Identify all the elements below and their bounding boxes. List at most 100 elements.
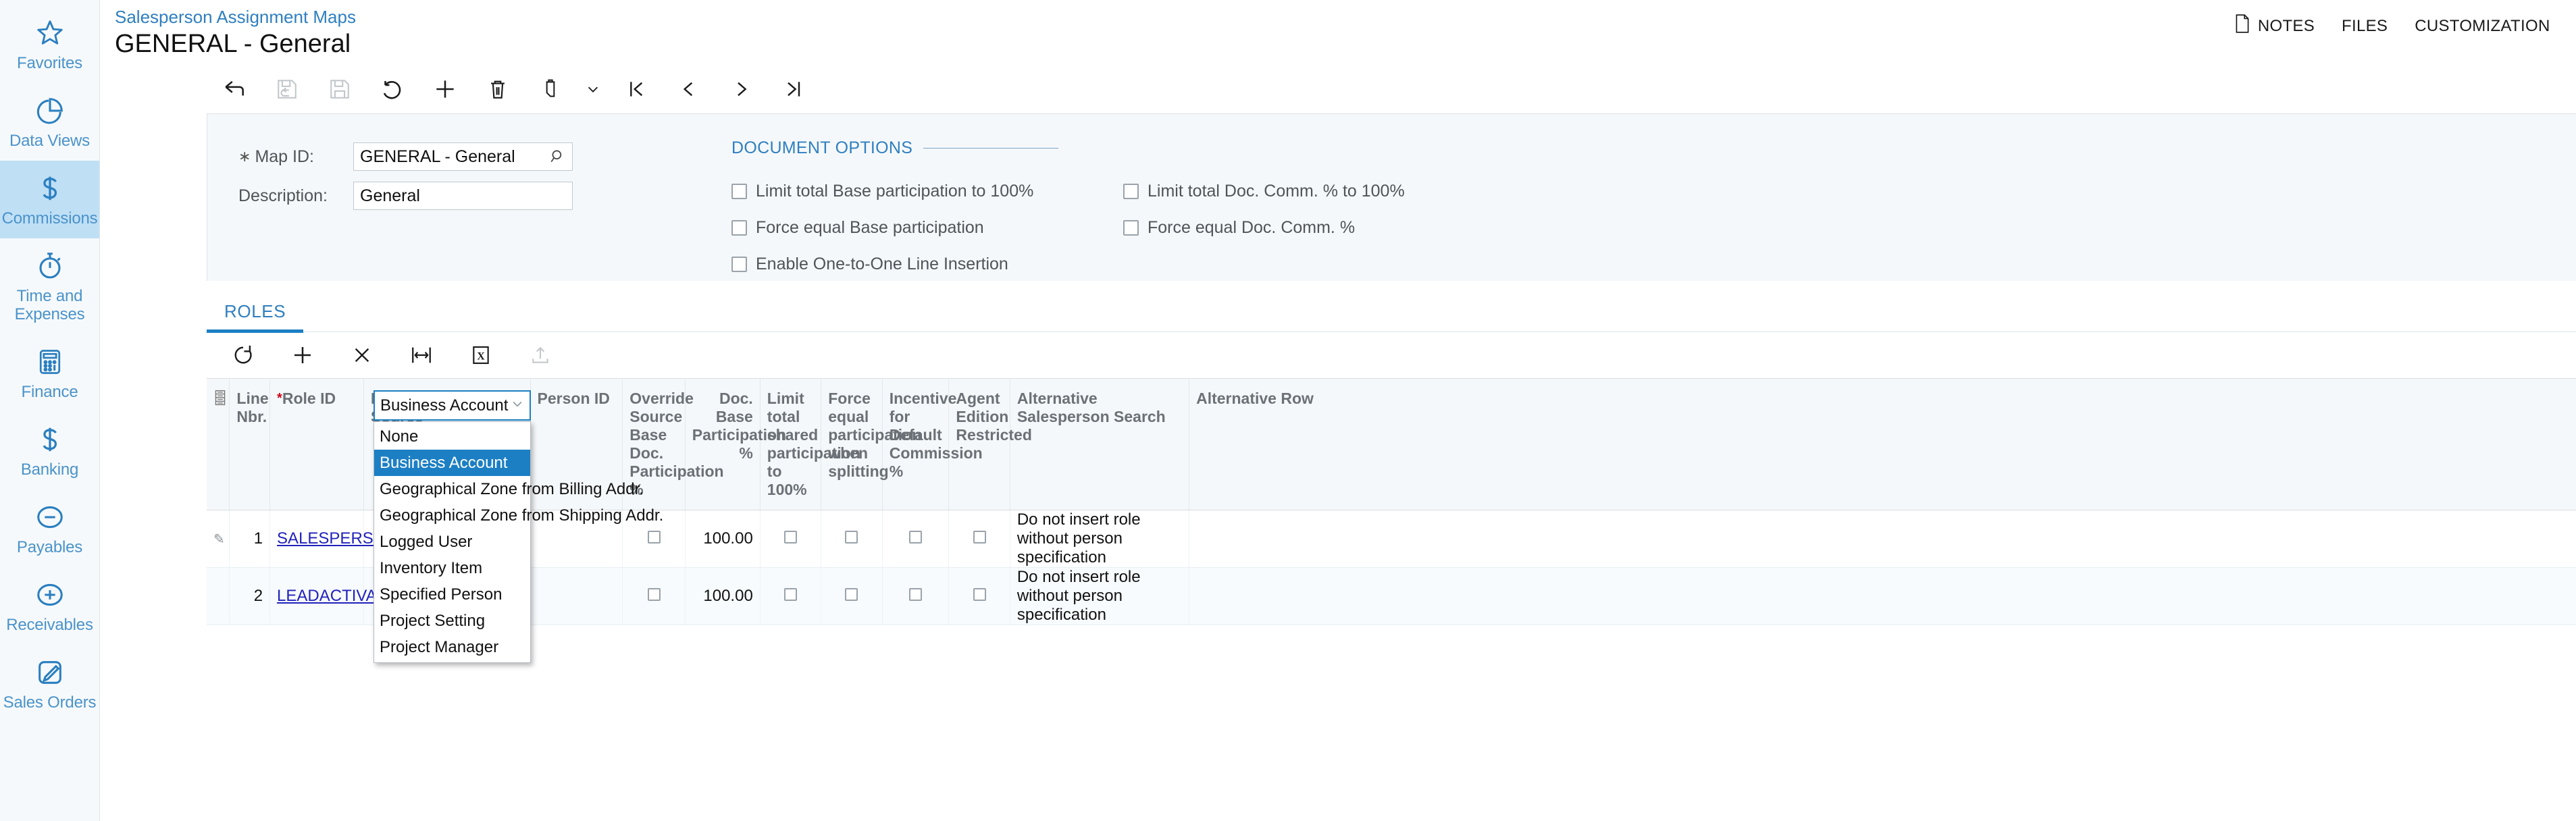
sidebar-item-payables[interactable]: Payables xyxy=(0,489,99,567)
checkbox[interactable] xyxy=(731,183,747,199)
cell-force-equal-participation-when-splitting[interactable] xyxy=(821,510,883,568)
grid-header-role[interactable]: *Role ID xyxy=(269,378,364,510)
description-input[interactable] xyxy=(354,182,572,209)
search-icon[interactable] xyxy=(549,148,567,169)
limit-total-shared-participation-checkbox[interactable] xyxy=(784,531,798,544)
cell-doc-base-participation[interactable]: 100.00 xyxy=(685,510,761,568)
sidebar-item-receivables[interactable]: Receivables xyxy=(0,567,99,645)
export-to-excel-button[interactable]: X xyxy=(451,336,511,374)
override-source-base-doc-participation-checkbox[interactable] xyxy=(647,588,661,601)
left-navigation-sidebar: Favorites Data Views Commissions Time and Ex… xyxy=(0,0,100,821)
grid-header-alts[interactable]: Alternative Salesperson Search xyxy=(1010,378,1190,510)
save-and-back-button[interactable] xyxy=(261,70,313,108)
header-menu-files[interactable]: FILES xyxy=(2342,17,2388,36)
cell-override-source-base-doc-participation[interactable] xyxy=(622,567,686,625)
delete-button[interactable] xyxy=(471,70,524,108)
chevron-down-icon xyxy=(511,397,524,415)
breadcrumb-link-salesperson-assignment-maps[interactable]: Salesperson Assignment Maps xyxy=(115,7,2234,27)
line-nbr-value: 2 xyxy=(253,587,263,605)
agent-edition-restricted-checkbox[interactable] xyxy=(973,531,986,544)
cell-limit-total-shared-participation[interactable] xyxy=(760,567,822,625)
header-menu-notes[interactable]: NOTES xyxy=(2234,14,2315,38)
default-salesperson-source-dropdown-list[interactable]: None Business Account Geographical Zone fr… xyxy=(373,421,663,663)
cell-line-nbr[interactable]: 1 xyxy=(229,510,271,568)
force-equal-participation-checkbox[interactable] xyxy=(845,588,858,601)
cell-alternative-row[interactable] xyxy=(1189,567,2576,625)
cell-incentive-for-default-commission[interactable] xyxy=(882,567,950,625)
incentive-for-default-commission-checkbox[interactable] xyxy=(909,588,923,601)
back-button[interactable] xyxy=(208,70,261,108)
agent-edition-restricted-checkbox[interactable] xyxy=(973,588,986,601)
fit-columns-button[interactable] xyxy=(392,336,451,374)
grid-header-inc[interactable]: Incentive for Default Commission % xyxy=(882,378,983,510)
grid-header-doc[interactable]: Doc. Base Participation % xyxy=(685,378,786,510)
row-selector[interactable]: ✎ xyxy=(207,510,230,568)
undo-button[interactable] xyxy=(366,70,419,108)
sidebar-item-banking[interactable]: Banking xyxy=(0,412,99,489)
sidebar-item-commissions[interactable]: Commissions xyxy=(0,161,99,238)
tab-roles[interactable]: ROLES xyxy=(207,301,304,333)
cell-person-id[interactable] xyxy=(530,567,623,625)
checkbox[interactable] xyxy=(731,219,747,236)
grid-settings-icon[interactable] xyxy=(213,390,227,409)
cell-line-nbr[interactable]: 2 xyxy=(229,567,271,625)
grid-header-lim[interactable]: Limit total shared participation to 100% xyxy=(760,378,860,510)
copy-paste-button[interactable] xyxy=(524,70,577,108)
checkbox[interactable] xyxy=(1123,219,1139,236)
sidebar-item-time-and-expenses[interactable]: Time and Expenses xyxy=(0,238,99,334)
cell-agent-edition-restricted[interactable] xyxy=(948,510,1010,568)
force-equal-participation-checkbox[interactable] xyxy=(845,531,858,544)
dropdown-option[interactable]: None xyxy=(374,423,530,450)
grid-header-frc[interactable]: Force equal participation when splitting xyxy=(821,378,921,510)
sidebar-item-sales-orders[interactable]: Sales Orders xyxy=(0,645,99,722)
cell-incentive-for-default-commission[interactable] xyxy=(882,510,950,568)
cell-agent-edition-restricted[interactable] xyxy=(948,567,1010,625)
sidebar-item-data-views[interactable]: Data Views xyxy=(0,83,99,161)
dropdown-option[interactable]: Project Manager xyxy=(374,634,530,660)
dropdown-option[interactable]: Specified Person xyxy=(374,581,530,608)
dropdown-option[interactable]: Geographical Zone from Shipping Addr. xyxy=(374,502,663,529)
dropdown-option[interactable]: Geographical Zone from Billing Addr. xyxy=(374,476,644,502)
cell-alternative-salesperson-search[interactable]: Do not insert role without person specif… xyxy=(1010,510,1190,568)
checkbox[interactable] xyxy=(1123,183,1139,199)
save-button[interactable] xyxy=(313,70,366,108)
add-new-record-button[interactable] xyxy=(419,70,471,108)
checkbox[interactable] xyxy=(731,256,747,272)
grid-header-altr[interactable]: Alternative Row xyxy=(1189,378,2576,510)
default-salesperson-source-combobox[interactable]: Business Account xyxy=(373,390,531,421)
cell-doc-base-participation[interactable]: 100.00 xyxy=(685,567,761,625)
copy-paste-dropdown-chevron-down-icon[interactable] xyxy=(577,70,609,108)
override-source-base-doc-participation-checkbox[interactable] xyxy=(647,531,661,544)
option-label: Limit total Doc. Comm. % to 100% xyxy=(1148,181,1405,201)
cell-alternative-row[interactable] xyxy=(1189,510,2576,568)
cell-role-id[interactable]: SALESPERSON xyxy=(269,510,398,568)
incentive-for-default-commission-checkbox[interactable] xyxy=(909,531,923,544)
refresh-button[interactable] xyxy=(213,336,273,374)
sidebar-item-label: Data Views xyxy=(9,132,90,150)
table-row[interactable]: 2 LEADACTIVATOR 100.00 Do not insert role w… xyxy=(207,567,2576,625)
dropdown-option[interactable]: Project Setting xyxy=(374,608,530,634)
sidebar-item-finance[interactable]: Finance xyxy=(0,334,99,412)
next-record-button[interactable] xyxy=(715,70,767,108)
limit-total-shared-participation-checkbox[interactable] xyxy=(784,588,798,601)
dropdown-option[interactable]: Inventory Item xyxy=(374,555,530,581)
dropdown-option[interactable]: Business Account xyxy=(374,450,530,476)
row-selector[interactable] xyxy=(207,567,230,625)
first-record-button[interactable] xyxy=(609,70,662,108)
delete-row-button[interactable] xyxy=(332,336,392,374)
add-row-button[interactable] xyxy=(273,336,332,374)
sidebar-item-favorites[interactable]: Favorites xyxy=(0,5,99,83)
header-menu-customization[interactable]: CUSTOMIZATION xyxy=(2415,17,2550,36)
cell-alternative-salesperson-search[interactable]: Do not insert role without person specif… xyxy=(1010,567,1190,625)
upload-file-button[interactable] xyxy=(511,336,570,374)
last-record-button[interactable] xyxy=(767,70,820,108)
cell-force-equal-participation-when-splitting[interactable] xyxy=(821,567,883,625)
cell-role-id[interactable]: LEADACTIVATOR xyxy=(269,567,409,625)
svg-text:X: X xyxy=(477,351,485,363)
map-id-input[interactable] xyxy=(354,143,572,170)
dropdown-option[interactable]: Logged User xyxy=(374,529,530,555)
grid-header-sel[interactable] xyxy=(207,378,230,510)
grid-header-line[interactable]: Line Nbr. xyxy=(229,378,271,510)
previous-record-button[interactable] xyxy=(662,70,715,108)
cell-limit-total-shared-participation[interactable] xyxy=(760,510,822,568)
